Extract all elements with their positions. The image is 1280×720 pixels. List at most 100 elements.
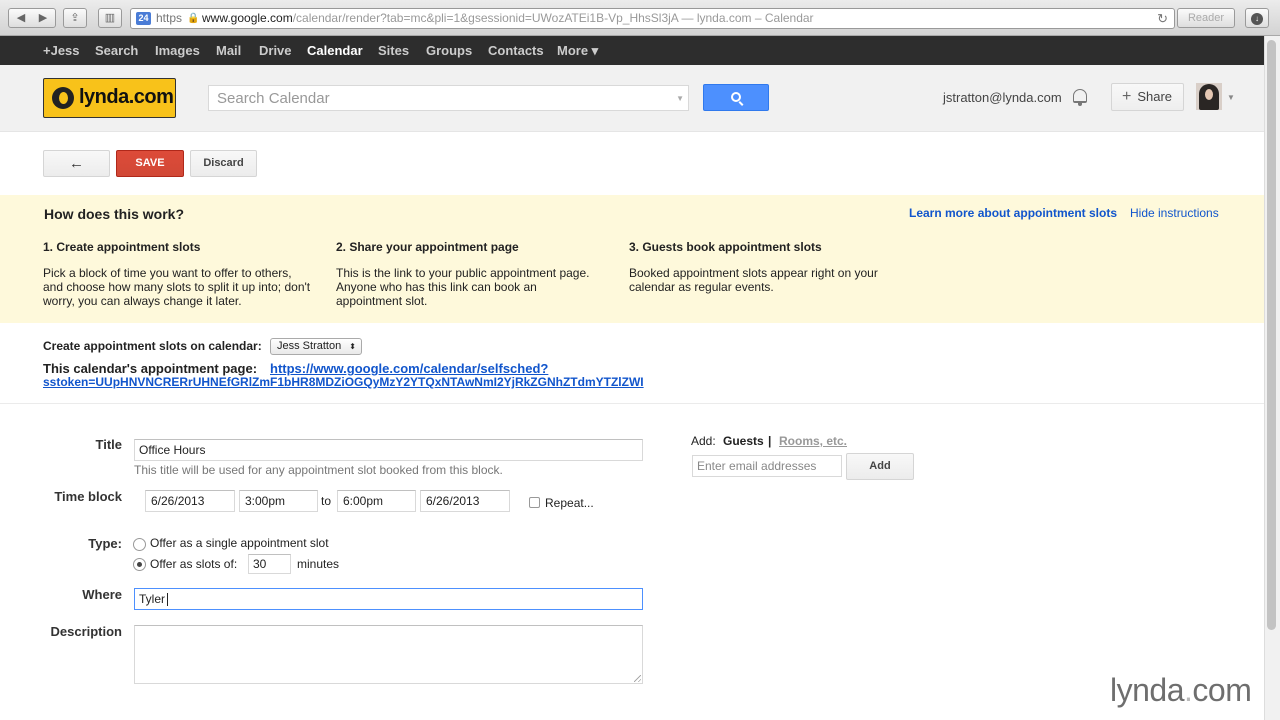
url-scheme: https: [156, 11, 183, 25]
plus-icon: +: [1122, 88, 1132, 105]
add-guest-button[interactable]: Add: [846, 453, 914, 480]
back-arrow-icon[interactable]: ◀: [10, 9, 32, 27]
back-button[interactable]: ←: [43, 150, 110, 177]
gbar-item-more[interactable]: More ▾: [557, 36, 598, 65]
step-3-text: Booked appointment slots appear right on…: [629, 266, 878, 294]
step-3-heading: 3. Guests book appointment slots: [629, 240, 822, 254]
url-text: www.google.com/calendar/render?tab=mc&pl…: [202, 9, 814, 28]
to-label: to: [321, 494, 332, 508]
share-page-icon[interactable]: ⇪: [63, 8, 87, 28]
start-time-input[interactable]: 3:00pm: [239, 490, 318, 512]
description-textarea[interactable]: [134, 625, 643, 684]
url-title: — lynda.com – Calendar: [678, 11, 814, 25]
google-bar: +Jess Search Images Mail Drive Calendar …: [0, 36, 1264, 65]
search-calendar-box: ▼: [208, 85, 689, 111]
title-input[interactable]: Office Hours: [134, 439, 643, 461]
appointment-page-link[interactable]: https://www.google.com/calendar/selfsche…: [270, 361, 548, 376]
slots-label[interactable]: Offer as slots of:: [150, 557, 237, 571]
share-button[interactable]: + Share: [1111, 83, 1184, 111]
where-input[interactable]: Tyler: [134, 588, 643, 610]
appointment-page-label: This calendar's appointment page:: [43, 361, 258, 376]
calendar-select[interactable]: Jess Stratton ⬍: [270, 338, 362, 355]
title-hint: This title will be used for any appointm…: [134, 463, 503, 477]
logo-text: lynda.com: [79, 86, 174, 108]
discard-button[interactable]: Discard: [190, 150, 257, 177]
select-arrows-icon: ⬍: [349, 342, 356, 351]
account-caret-icon[interactable]: ▼: [1227, 93, 1235, 102]
gbar-item-mail[interactable]: Mail: [216, 36, 241, 65]
minutes-label: minutes: [297, 557, 340, 571]
repeat-label[interactable]: Repeat...: [545, 496, 594, 510]
learn-more-link[interactable]: Learn more about appointment slots: [909, 206, 1117, 220]
tab-guests[interactable]: Guests: [723, 434, 764, 448]
search-input[interactable]: [209, 86, 649, 110]
description-label: Description: [50, 624, 122, 639]
slot-minutes-input[interactable]: 30: [248, 554, 291, 574]
lynda-watermark: lynda.com: [1110, 672, 1252, 709]
downloads-button[interactable]: ↓: [1245, 8, 1269, 28]
share-label: Share: [1137, 89, 1173, 104]
calendar-select-value: Jess Stratton: [277, 340, 342, 352]
step-1-text: Pick a block of time you want to offer t…: [43, 266, 311, 308]
guest-email-input[interactable]: [692, 455, 842, 477]
search-icon: [731, 92, 741, 102]
resize-handle-icon[interactable]: [634, 675, 641, 682]
slots-radio[interactable]: [133, 558, 146, 571]
where-label: Where: [82, 587, 122, 602]
reader-button[interactable]: Reader: [1177, 8, 1235, 28]
gbar-item-groups[interactable]: Groups: [426, 36, 472, 65]
tab-rooms[interactable]: Rooms, etc.: [779, 434, 847, 448]
tab-separator: |: [768, 434, 772, 448]
end-date-input[interactable]: 6/26/2013: [420, 490, 510, 512]
step-2-heading: 2. Share your appointment page: [336, 240, 519, 254]
text-cursor: [167, 593, 169, 607]
step-2-text: This is the link to your public appointm…: [336, 266, 590, 308]
instructions-panel: How does this work? Learn more about app…: [0, 195, 1264, 323]
gbar-item-plus[interactable]: +Jess: [43, 36, 80, 65]
scrollbar-thumb[interactable]: [1267, 40, 1276, 630]
time-block-label: Time block: [54, 489, 122, 504]
url-path: /calendar/render?tab=mc&pli=1&gsessionid…: [292, 11, 679, 25]
end-time-input[interactable]: 6:00pm: [337, 490, 416, 512]
address-bar[interactable]: 24 https 🔒 www.google.com/calendar/rende…: [130, 8, 1175, 29]
watermark-suffix: com: [1192, 672, 1252, 708]
divider: [0, 403, 1264, 404]
gbar-item-contacts[interactable]: Contacts: [488, 36, 544, 65]
step-1-heading: 1. Create appointment slots: [43, 240, 201, 254]
user-email[interactable]: jstratton@lynda.com: [943, 90, 1062, 105]
url-host: www.google.com: [202, 11, 293, 25]
repeat-checkbox[interactable]: [529, 497, 540, 508]
gbar-item-drive[interactable]: Drive: [259, 36, 292, 65]
search-button[interactable]: [703, 84, 769, 111]
watermark-brand: lynda: [1110, 672, 1185, 708]
type-label: Type:: [88, 536, 122, 551]
single-slot-label[interactable]: Offer as a single appointment slot: [150, 536, 329, 550]
save-button[interactable]: SAVE: [116, 150, 184, 177]
lynda-face-icon: [52, 87, 74, 109]
single-slot-radio[interactable]: [133, 538, 146, 551]
where-value: Tyler: [139, 592, 166, 606]
back-forward-buttons[interactable]: ◀ ▶: [8, 8, 56, 28]
appointment-page-link-token[interactable]: sstoken=UUpHNVNCRERrUHNEfGRlZmF1bHR8MDZi…: [43, 375, 644, 389]
calendar-header: lynda.com ▼ jstratton@lynda.com + Share ▼: [0, 65, 1264, 132]
title-label: Title: [95, 437, 123, 452]
gbar-item-search[interactable]: Search: [95, 36, 138, 65]
avatar[interactable]: [1196, 83, 1222, 110]
notification-bell-icon[interactable]: [1073, 89, 1087, 106]
lock-icon: 🔒: [187, 13, 200, 24]
gbar-item-images[interactable]: Images: [155, 36, 200, 65]
gbar-item-sites[interactable]: Sites: [378, 36, 409, 65]
search-options-caret-icon[interactable]: ▼: [676, 94, 684, 103]
hide-instructions-link[interactable]: Hide instructions: [1130, 206, 1219, 220]
forward-arrow-icon[interactable]: ▶: [32, 9, 54, 27]
lynda-logo[interactable]: lynda.com: [43, 78, 176, 118]
gbar-item-calendar[interactable]: Calendar: [307, 36, 363, 65]
bookmarks-icon[interactable]: ▥: [98, 8, 122, 28]
add-label: Add:: [691, 434, 716, 448]
start-date-input[interactable]: 6/26/2013: [145, 490, 235, 512]
reload-icon[interactable]: ↻: [1157, 9, 1168, 28]
browser-toolbar: ◀ ▶ ⇪ ▥ 24 https 🔒 www.google.com/calenda…: [0, 0, 1280, 36]
instructions-title: How does this work?: [44, 206, 185, 222]
calendar-select-label: Create appointment slots on calendar:: [43, 339, 262, 353]
download-icon: ↓: [1251, 13, 1263, 25]
